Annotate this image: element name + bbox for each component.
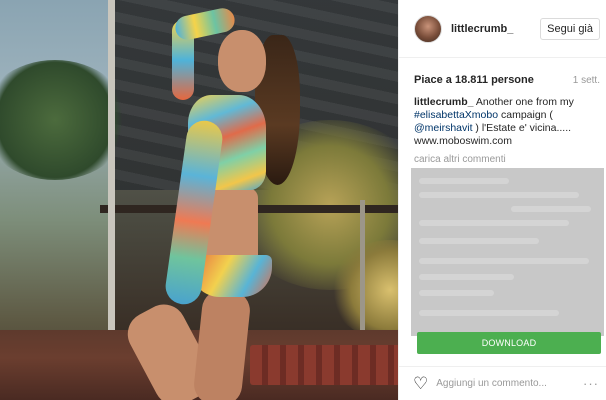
post-header: littlecrumb_ Segui già [399, 0, 606, 58]
blurred-comment [419, 258, 589, 264]
comment-input[interactable]: Aggiungi un commento... [436, 378, 583, 389]
avatar[interactable] [414, 14, 442, 43]
blurred-comment [419, 220, 569, 226]
model-head [218, 30, 266, 92]
comments-overlay [411, 168, 604, 336]
blurred-comment [419, 274, 514, 280]
caption-text: ) l'Estate e' vicina..... [472, 122, 572, 134]
caption-hashtag[interactable]: #elisabettaXmobo [414, 109, 498, 121]
blurred-comment [419, 290, 494, 296]
comment-bar: ♡ Aggiungi un commento... ··· [399, 366, 606, 400]
blurred-comment [419, 310, 559, 316]
username-link[interactable]: littlecrumb_ [451, 23, 540, 35]
blurred-comment [419, 192, 579, 198]
download-button[interactable]: DOWNLOAD [417, 332, 601, 354]
post-photo[interactable] [0, 0, 398, 400]
caption-text: Another one from my [473, 96, 574, 108]
blurred-comment [419, 178, 509, 184]
blurred-comment [511, 206, 591, 212]
caption-text: campaign ( [498, 109, 553, 121]
caption-website[interactable]: www.moboswim.com [414, 135, 512, 147]
likes-count[interactable]: Piace a 18.811 persone [414, 74, 534, 86]
photo-lounger [250, 345, 398, 385]
following-button[interactable]: Segui già [540, 17, 600, 40]
caption-mention[interactable]: @meirshavit [414, 122, 473, 134]
load-more-comments[interactable]: carica altri commenti [399, 148, 606, 166]
post-sidebar: littlecrumb_ Segui già Piace a 18.811 pe… [398, 0, 606, 400]
caption-username[interactable]: littlecrumb_ [414, 96, 474, 108]
likes-row: Piace a 18.811 persone 1 sett. [399, 64, 606, 96]
blurred-comment [419, 238, 539, 244]
more-options-icon[interactable]: ··· [583, 376, 599, 391]
post-age[interactable]: 1 sett. [573, 75, 600, 86]
post-caption: littlecrumb_ Another one from my #elisab… [399, 96, 606, 148]
heart-icon[interactable]: ♡ [413, 375, 428, 392]
